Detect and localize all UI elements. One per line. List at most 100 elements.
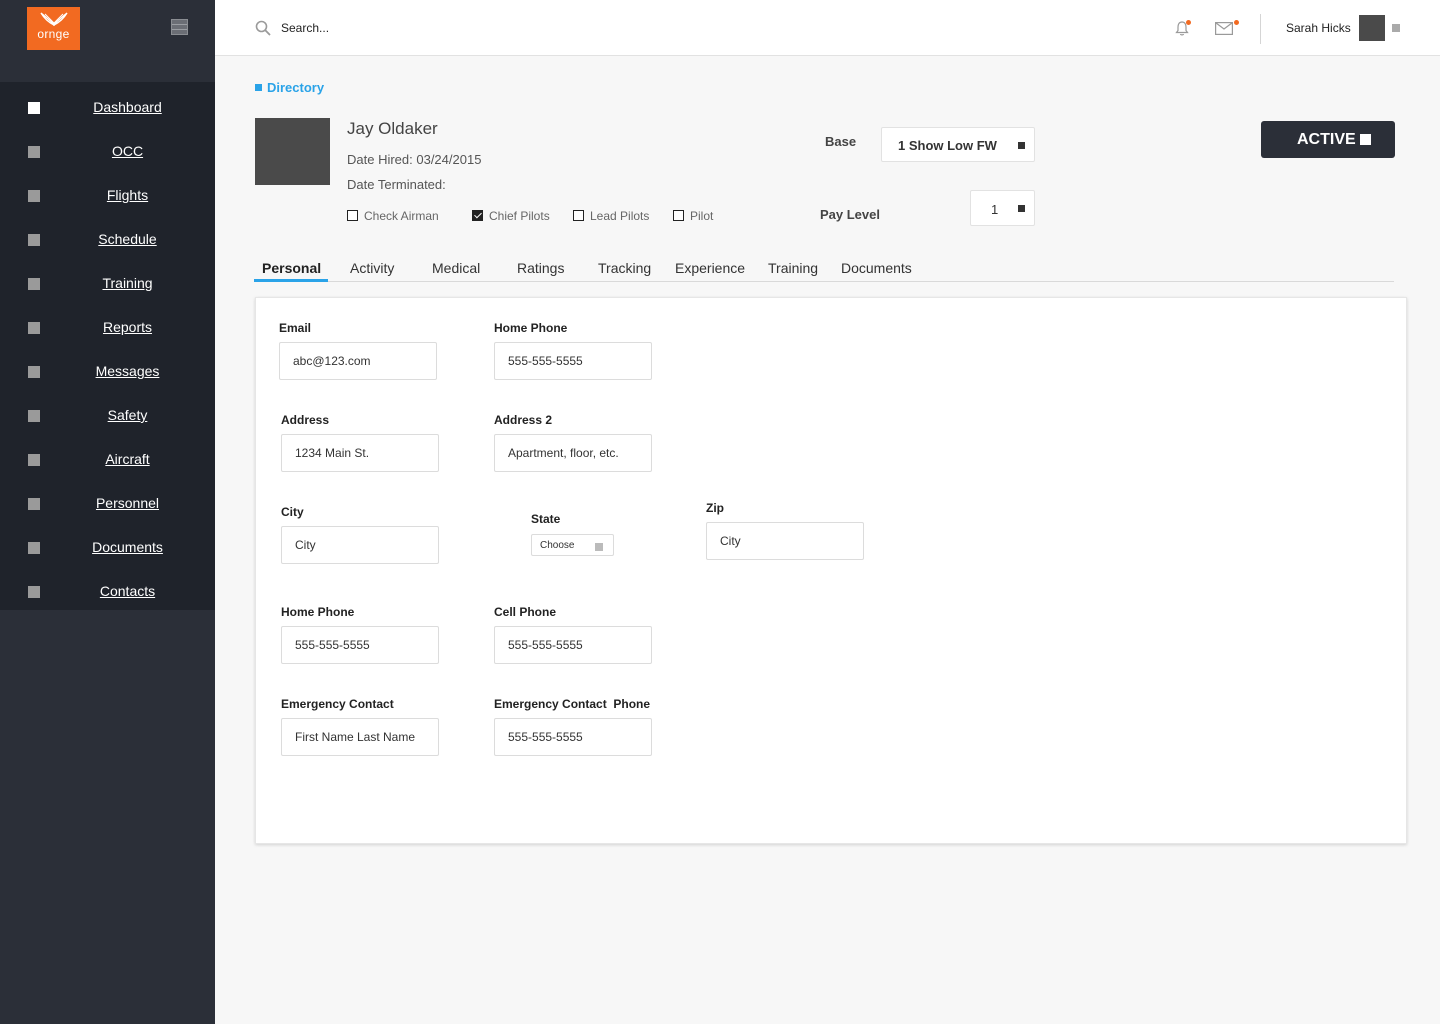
role-label: Check Airman (364, 209, 439, 223)
pay-level-label: Pay Level (820, 207, 880, 222)
tab-medical[interactable]: Medical (432, 253, 480, 282)
base-select[interactable]: 1 Show Low FW (881, 127, 1035, 162)
role-label: Lead Pilots (590, 209, 650, 223)
chevron-down-icon (1360, 134, 1371, 145)
sidebar-item-label: Messages (95, 363, 160, 379)
tab-activity[interactable]: Activity (350, 253, 394, 282)
mail-icon[interactable] (1215, 22, 1233, 35)
sidebar-item-label: OCC (111, 143, 144, 159)
role-lead-pilots[interactable]: Lead Pilots (573, 209, 649, 223)
home-phone2-label: Home Phone (281, 605, 355, 619)
sidebar-item-personnel[interactable]: Personnel (0, 482, 215, 526)
address2-field[interactable] (494, 434, 652, 472)
pay-level-select[interactable]: 1 (970, 190, 1035, 226)
cell-phone-field[interactable] (494, 626, 652, 664)
search-input[interactable] (281, 18, 581, 38)
personal-info-card: Email Home Phone Address Address 2 City … (255, 297, 1407, 844)
breadcrumb[interactable]: Directory (255, 80, 324, 95)
breadcrumb-icon (255, 84, 262, 91)
checkbox-icon (573, 210, 584, 221)
top-header: Sarah Hicks (215, 0, 1440, 56)
emergency-contact-field[interactable] (281, 718, 439, 756)
tab-tracking[interactable]: Tracking (598, 253, 651, 282)
training-icon (28, 278, 40, 290)
profile-name: Jay Oldaker (347, 119, 438, 138)
address-label: Address (281, 413, 330, 427)
occ-icon (28, 146, 40, 158)
state-label: State (531, 512, 561, 526)
date-hired: Date Hired: 03/24/2015 (347, 152, 482, 167)
sidebar-item-documents[interactable]: Documents (0, 526, 215, 570)
tab-personal[interactable]: Personal (254, 253, 328, 282)
sidebar-item-flights[interactable]: Flights (0, 174, 215, 218)
menu-toggle-icon[interactable] (171, 19, 188, 35)
state-select[interactable]: Choose (531, 534, 614, 556)
sidebar-item-aircraft[interactable]: Aircraft (0, 438, 215, 482)
chevron-down-icon (595, 543, 603, 551)
sidebar-item-occ[interactable]: OCC (0, 130, 215, 174)
address2-label: Address 2 (494, 413, 553, 427)
avatar[interactable] (1359, 15, 1385, 41)
sidebar-item-safety[interactable]: Safety (0, 394, 215, 438)
base-value: 1 Show Low FW (898, 138, 997, 153)
logo-text: ornge (37, 27, 70, 41)
role-chief-pilots[interactable]: Chief Pilots (472, 209, 550, 223)
emergency-phone-field[interactable] (494, 718, 652, 756)
home-phone-label: Home Phone (494, 321, 568, 335)
home-phone2-field[interactable] (281, 626, 439, 664)
schedule-icon (28, 234, 40, 246)
tab-ratings[interactable]: Ratings (517, 253, 564, 282)
safety-icon (28, 410, 40, 422)
sidebar-item-reports[interactable]: Reports (0, 306, 215, 350)
email-field[interactable] (279, 342, 437, 380)
role-check-airman[interactable]: Check Airman (347, 209, 439, 223)
sidebar-item-label: Aircraft (105, 451, 150, 467)
sidebar-item-schedule[interactable]: Schedule (0, 218, 215, 262)
emergency-phone-label: Emergency Contact Phone (494, 697, 651, 711)
tab-experience[interactable]: Experience (675, 253, 745, 282)
sidebar-item-label: Schedule (98, 231, 157, 247)
base-label: Base (825, 134, 857, 149)
status-button[interactable]: ACTIVE (1261, 121, 1395, 158)
chevron-down-icon[interactable] (1392, 24, 1400, 32)
mail-notification-dot (1234, 20, 1239, 25)
personnel-icon (28, 498, 40, 510)
role-pilot[interactable]: Pilot (673, 209, 713, 223)
user-name[interactable]: Sarah Hicks (1286, 21, 1351, 35)
ornge-logo[interactable]: ornge (27, 7, 80, 50)
sidebar-item-label: Personnel (95, 495, 160, 511)
checkbox-icon (673, 210, 684, 221)
sidebar-item-training[interactable]: Training (0, 262, 215, 306)
sidebar-item-label: Training (102, 275, 153, 291)
state-value: Choose (540, 540, 575, 551)
role-label: Pilot (690, 209, 714, 223)
sidebar-item-label: Contacts (99, 583, 156, 599)
profile-photo (255, 118, 330, 185)
checkbox-checked-icon (472, 210, 483, 221)
home-phone-field[interactable] (494, 342, 652, 380)
reports-icon (28, 322, 40, 334)
sidebar-item-label: Dashboard (93, 99, 162, 115)
chevron-down-icon (1018, 142, 1025, 149)
sidebar-item-contacts[interactable]: Contacts (0, 570, 215, 614)
role-label: Chief Pilots (489, 209, 550, 223)
cell-phone-label: Cell Phone (494, 605, 557, 619)
address-field[interactable] (281, 434, 439, 472)
contacts-icon (28, 586, 40, 598)
city-field[interactable] (281, 526, 439, 564)
tab-training[interactable]: Training (768, 253, 818, 282)
chevron-down-icon (1018, 205, 1025, 212)
sidebar-item-label: Flights (106, 187, 149, 203)
search-icon[interactable] (255, 20, 271, 36)
checkbox-icon (347, 210, 358, 221)
aircraft-icon (28, 454, 40, 466)
notification-dot (1186, 20, 1191, 25)
email-label: Email (279, 321, 312, 335)
sidebar-item-messages[interactable]: Messages (0, 350, 215, 394)
sidebar-item-label: Reports (102, 319, 153, 335)
sidebar-item-dashboard[interactable]: Dashboard (0, 86, 215, 130)
zip-field[interactable] (706, 522, 864, 560)
tab-documents[interactable]: Documents (841, 253, 912, 282)
sidebar-nav: Dashboard OCC Flights Schedule Training … (0, 82, 215, 610)
sidebar-header: ornge (0, 0, 215, 82)
